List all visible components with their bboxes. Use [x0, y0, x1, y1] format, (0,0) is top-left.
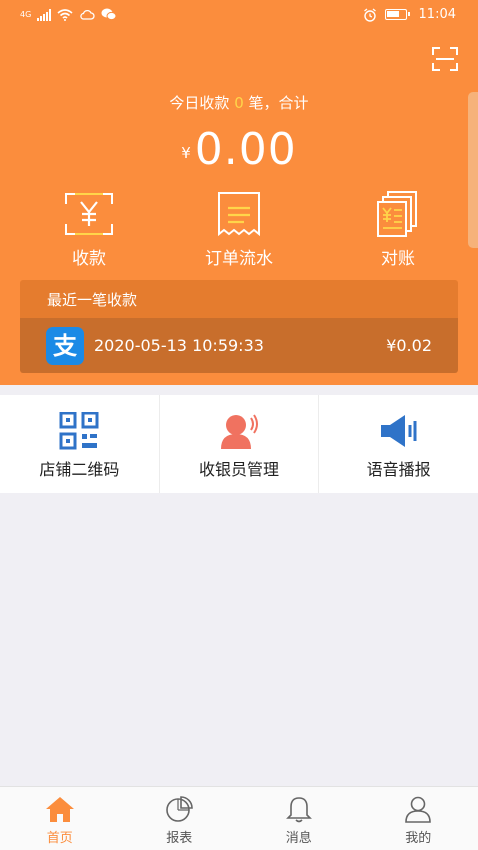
tab-reports[interactable]: 报表	[120, 787, 240, 850]
tool-label: 语音播报	[366, 460, 431, 479]
quick-action-label: 订单流水	[205, 249, 273, 269]
bottom-tab-bar: 首页 报表 消息 我的	[0, 786, 478, 850]
tool-voice-broadcast[interactable]: 语音播报	[318, 395, 478, 493]
tab-messages[interactable]: 消息	[239, 787, 359, 850]
tool-label: 店铺二维码	[39, 460, 120, 479]
recent-payment-row[interactable]: 支 2020-05-13 10:59:33 ¥0.02	[20, 318, 458, 373]
tools-panel: 店铺二维码 收银员管理 语音播报	[0, 395, 478, 493]
tab-label: 我的	[405, 831, 432, 846]
today-suffix: 笔，合计	[248, 94, 309, 112]
wechat-icon	[101, 8, 117, 21]
qr-code-icon	[59, 411, 99, 450]
tool-label: 收银员管理	[199, 460, 280, 479]
cashier-icon	[219, 412, 259, 450]
tab-label: 消息	[285, 831, 312, 846]
header-panel: 4G 11:04 今日收款 0 笔，合计 ¥0.00 收款 订单流水 对账 最近…	[0, 0, 478, 385]
recent-payment-datetime: 2020-05-13 10:59:33	[94, 336, 264, 355]
tab-label: 首页	[46, 831, 73, 846]
network-label: 4G	[20, 10, 32, 19]
wifi-icon	[57, 8, 73, 21]
pie-chart-icon	[164, 795, 194, 823]
today-total: ¥0.00	[0, 124, 478, 175]
today-prefix: 今日收款	[169, 94, 230, 112]
receipt-icon	[211, 190, 267, 238]
signal-icon	[37, 8, 52, 21]
home-icon	[45, 795, 75, 823]
quick-action-reconcile[interactable]: 对账	[338, 190, 458, 269]
status-bar: 4G 11:04	[0, 0, 478, 32]
cloud-icon	[80, 9, 95, 20]
bell-icon	[284, 795, 314, 823]
battery-icon	[384, 9, 410, 20]
speaker-icon	[379, 412, 419, 450]
currency-symbol: ¥	[181, 144, 191, 162]
tool-store-qrcode[interactable]: 店铺二维码	[0, 395, 159, 493]
recent-payment-card[interactable]: 最近一笔收款 支 2020-05-13 10:59:33 ¥0.02	[20, 280, 458, 373]
receive-payment-icon	[61, 190, 117, 238]
user-icon	[403, 795, 433, 823]
tab-home[interactable]: 首页	[0, 787, 120, 850]
alarm-icon	[363, 7, 376, 22]
recent-payment-amount: ¥0.02	[386, 336, 432, 355]
tab-label: 报表	[166, 831, 193, 846]
today-summary: 今日收款 0 笔，合计	[0, 92, 478, 113]
quick-action-orders[interactable]: 订单流水	[179, 190, 299, 269]
reconciliation-icon	[370, 190, 426, 238]
status-time: 11:04	[418, 7, 456, 22]
quick-action-label: 对账	[381, 249, 415, 269]
scan-icon[interactable]	[432, 47, 458, 71]
alipay-icon: 支	[46, 327, 84, 365]
recent-payment-title: 最近一笔收款	[20, 280, 458, 318]
tab-mine[interactable]: 我的	[359, 787, 478, 850]
quick-action-receive[interactable]: 收款	[29, 190, 149, 269]
tool-cashier-manage[interactable]: 收银员管理	[158, 395, 319, 493]
today-count: 0	[234, 94, 244, 112]
total-amount: 0.00	[194, 124, 297, 175]
quick-action-label: 收款	[72, 249, 106, 269]
